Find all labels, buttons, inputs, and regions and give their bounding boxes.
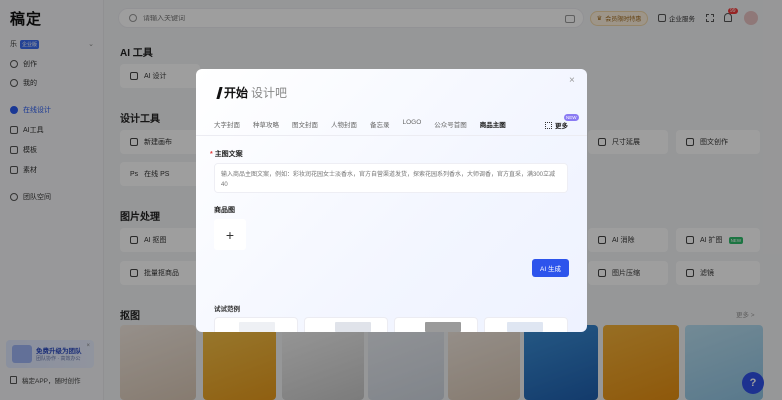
tab-wechat-header[interactable]: 公众号首图 [434,119,467,131]
example-card[interactable] [394,317,478,332]
tab-image-text-cover[interactable]: 图文封面 [292,119,318,131]
more-label: 更多 [555,123,568,130]
ai-generate-button[interactable]: AI 生成 [532,259,569,277]
new-badge: NEW [564,114,579,121]
example-preview [507,322,543,332]
example-card[interactable] [214,317,298,332]
main-text-input[interactable] [214,163,568,193]
modal-tabs: 大字封面 种草攻略 图文封面 人物封面 备忘录 LOGO 公众号首图 商品主图 [214,119,506,136]
tab-big-text-cover[interactable]: 大字封面 [214,119,240,131]
tabs-more-button[interactable]: 更多 [545,120,568,130]
tab-product-main-image[interactable]: 商品主图 [479,119,506,136]
example-preview [335,322,371,332]
required-mark: * [210,151,213,158]
upload-image-button[interactable]: + [214,219,246,250]
tab-memo[interactable]: 备忘录 [370,119,390,131]
grid-dots-icon [545,121,552,129]
start-design-modal: 开始 设计吧 × 大字封面 种草攻略 图文封面 人物封面 备忘录 LOGO 公众… [196,69,587,332]
close-icon[interactable]: × [569,75,575,86]
main-text-label: * 主图文案 [210,149,243,159]
brand-slash-icon [216,86,223,99]
modal-brand: 开始 设计吧 [216,84,288,101]
tab-seeding-guide[interactable]: 种草攻略 [253,119,279,131]
example-preview [425,322,461,332]
brand-light-text: 设计吧 [251,86,288,100]
brand-bold-text: 开始 [224,86,249,100]
example-card[interactable] [484,317,568,332]
examples-label: 试试范例 [214,306,240,313]
example-card[interactable] [304,317,388,332]
main-text-label-text: 主图文案 [214,151,243,158]
tabs-divider [196,135,587,136]
example-preview [239,322,275,332]
tab-logo[interactable]: LOGO [403,119,422,131]
product-image-label: 商品图 [214,207,235,214]
tab-person-cover[interactable]: 人物封面 [331,119,357,131]
